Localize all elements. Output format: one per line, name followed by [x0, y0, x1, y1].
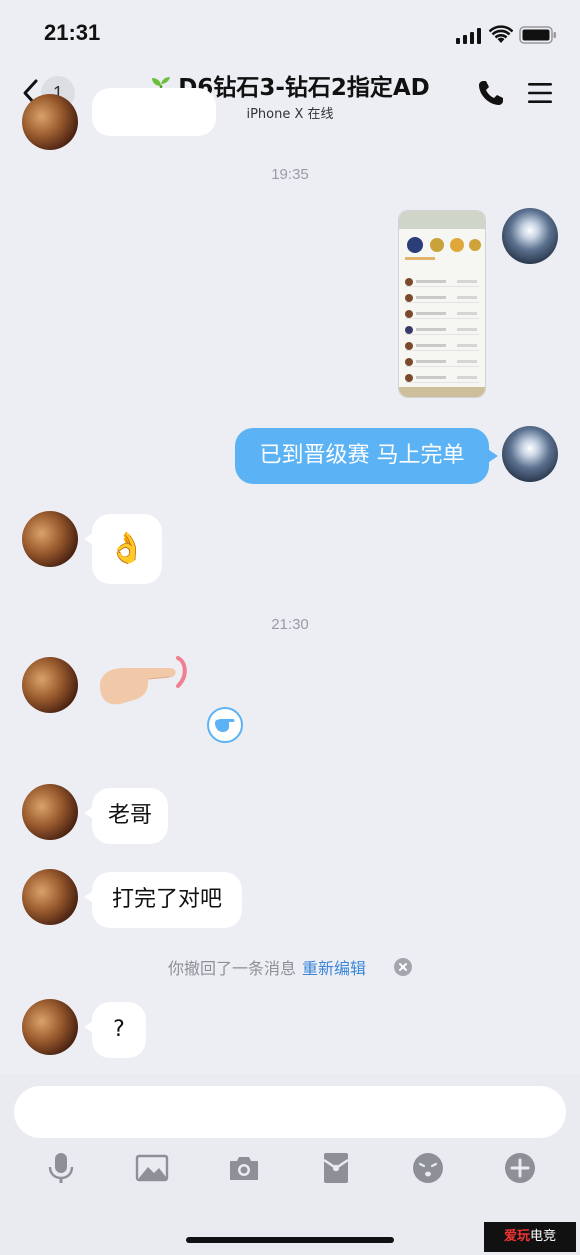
contact-avatar[interactable] — [22, 511, 78, 567]
camera-icon[interactable] — [227, 1151, 261, 1185]
sent-image-thumbnail[interactable] — [398, 210, 486, 398]
menu-icon[interactable] — [526, 79, 554, 107]
contact-avatar[interactable] — [22, 94, 78, 150]
recall-notice: 你撤回了一条消息 重新编辑 — [0, 955, 580, 979]
dismiss-icon[interactable] — [394, 958, 413, 976]
thumbnail-rank-icons — [405, 237, 481, 260]
status-time: 21:31 — [44, 20, 101, 45]
contact-avatar[interactable] — [22, 657, 78, 713]
sent-message-text: 已到晋级赛 马上完单 — [259, 443, 465, 468]
battery-icon — [519, 26, 556, 44]
received-message-text: 老哥 — [107, 803, 152, 828]
chat-header: 1 D6钻石3-钻石2指定AD iPhone X 在线 — [0, 62, 580, 124]
poke-badge-icon[interactable] — [206, 706, 244, 744]
thumbnail-topbar — [399, 211, 485, 229]
message-list[interactable]: 19:35 已到晋级赛 马上完单 👌 21:30 老哥 打完了对吧 你撤回了一条… — [0, 88, 580, 1074]
received-message-text: 打完了对吧 — [111, 887, 222, 912]
contact-avatar[interactable] — [22, 784, 78, 840]
my-avatar[interactable] — [502, 426, 558, 482]
received-message-bubble[interactable]: 老哥 — [84, 788, 168, 844]
received-message-text: ? — [113, 1017, 125, 1042]
composer-bar: 爱玩电竞 — [0, 1074, 580, 1255]
watermark-logo: 爱玩电竞 — [484, 1222, 576, 1252]
re-edit-link[interactable]: 重新编辑 — [302, 959, 366, 978]
phone-icon[interactable] — [476, 78, 506, 108]
image-icon[interactable] — [135, 1151, 169, 1185]
received-message-bubble[interactable]: 打完了对吧 — [84, 872, 242, 928]
timestamp: 19:35 — [271, 166, 309, 183]
wifi-icon — [489, 25, 513, 43]
timestamp: 21:30 — [271, 616, 309, 633]
received-emoji-bubble[interactable]: 👌 — [84, 514, 162, 584]
message-bubble-partial[interactable] — [92, 88, 216, 136]
plus-icon[interactable] — [503, 1151, 537, 1185]
sent-message-bubble[interactable]: 已到晋级赛 马上完单 — [235, 428, 498, 484]
recall-text: 你撤回了一条消息 — [167, 959, 296, 978]
cellular-signal-icon — [456, 28, 481, 44]
ok-hand-emoji: 👌 — [108, 531, 146, 566]
contact-avatar[interactable] — [22, 869, 78, 925]
watermark-right: 电竞 — [530, 1229, 557, 1244]
received-message-bubble[interactable]: ? — [84, 1002, 146, 1058]
emoji-icon[interactable] — [411, 1151, 445, 1185]
red-packet-icon[interactable] — [319, 1151, 353, 1185]
poke-hand-icon[interactable] — [90, 652, 196, 722]
contact-avatar[interactable] — [22, 999, 78, 1055]
watermark-left: 爱玩 — [503, 1229, 530, 1244]
chat-title-text: D6钻石3-钻石2指定AD — [178, 75, 430, 101]
microphone-icon[interactable] — [44, 1151, 78, 1185]
message-input[interactable] — [14, 1086, 566, 1138]
my-avatar[interactable] — [502, 208, 558, 264]
home-indicator — [186, 1237, 394, 1243]
status-bar: 21:31 — [0, 0, 580, 62]
